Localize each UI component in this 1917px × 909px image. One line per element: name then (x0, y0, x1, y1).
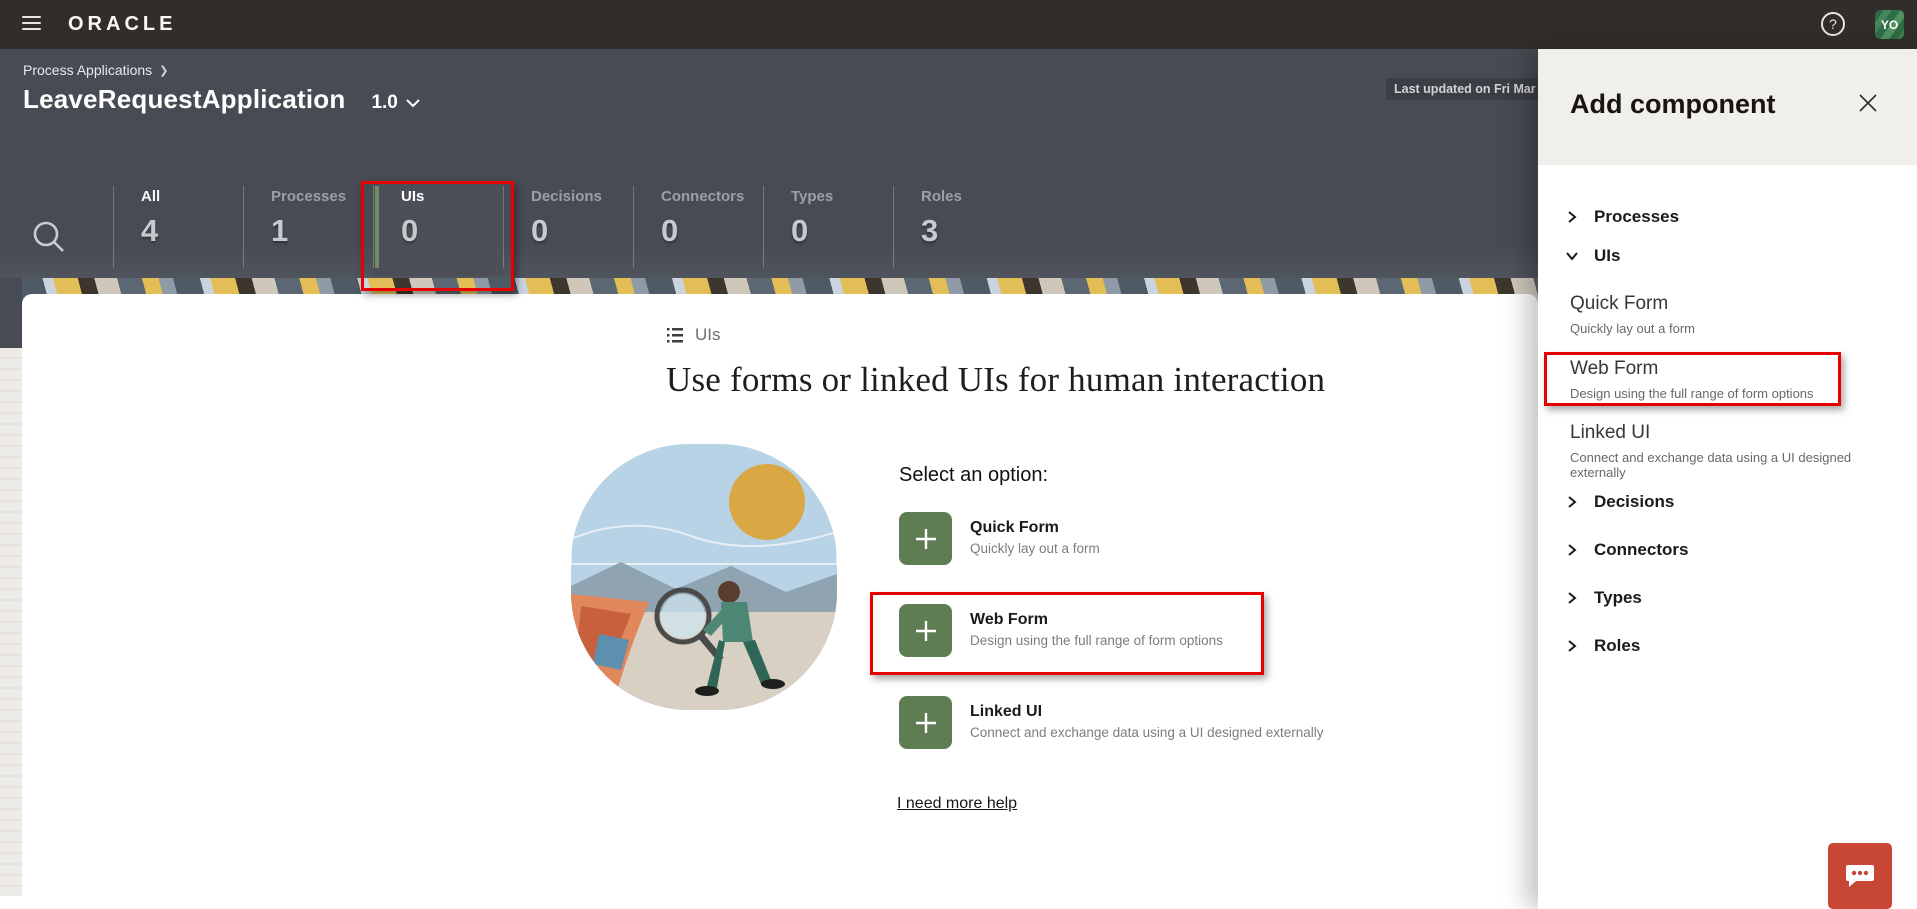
plus-icon (913, 526, 939, 552)
option-description: Design using the full range of form opti… (970, 633, 1223, 648)
main-heading: Use forms or linked UIs for human intera… (666, 360, 1325, 400)
help-link[interactable]: I need more help (897, 795, 1017, 813)
add-linked-ui-button[interactable] (899, 696, 952, 749)
active-tab-accent (375, 186, 379, 268)
add-quick-form-button[interactable] (899, 512, 952, 565)
tab-uis[interactable]: UIs0 (373, 181, 503, 276)
panel-title: Add component (1570, 89, 1775, 120)
panel-category-types[interactable]: Types (1538, 588, 1917, 622)
close-icon[interactable] (1856, 91, 1880, 115)
linked-ui-option[interactable]: Linked UI Connect and exchange data usin… (899, 696, 1259, 749)
panel-item-web-form[interactable]: Web Form Design using the full range of … (1570, 358, 1900, 401)
user-avatar[interactable]: YO (1875, 10, 1904, 39)
tab-decisions[interactable]: Decisions0 (503, 181, 633, 276)
page-background-texture (0, 348, 22, 896)
tab-roles[interactable]: Roles3 (893, 181, 1023, 276)
panel-category-decisions[interactable]: Decisions (1538, 492, 1917, 526)
application-title-row: LeaveRequestApplication 1.0 (23, 84, 420, 115)
breadcrumb-link[interactable]: Process Applications (23, 62, 152, 78)
panel-category-processes[interactable]: Processes (1538, 207, 1917, 241)
option-title: Quick Form (970, 519, 1100, 537)
plus-icon (913, 618, 939, 644)
chevron-down-icon (1565, 249, 1579, 263)
option-description: Quickly lay out a form (970, 541, 1100, 556)
breadcrumb-chevron-icon: ❯ (159, 64, 168, 77)
version-dropdown[interactable]: 1.0 (371, 92, 419, 114)
option-description: Connect and exchange data using a UI des… (970, 725, 1324, 740)
page-title: LeaveRequestApplication (23, 84, 345, 115)
version-label: 1.0 (371, 92, 397, 114)
add-web-form-button[interactable] (899, 604, 952, 657)
chevron-right-icon (1565, 543, 1579, 557)
panel-category-roles[interactable]: Roles (1538, 636, 1917, 670)
search-icon[interactable] (30, 218, 68, 256)
plus-icon (913, 710, 939, 736)
panel-header: Add component (1538, 49, 1917, 165)
panel-item-quick-form[interactable]: Quick Form Quickly lay out a form (1570, 293, 1900, 336)
breadcrumb[interactable]: Process Applications ❯ (23, 62, 168, 78)
page-background-strip (0, 278, 22, 348)
panel-item-linked-ui[interactable]: Linked UI Connect and exchange data usin… (1570, 422, 1900, 480)
chevron-right-icon (1565, 591, 1579, 605)
tab-processes[interactable]: Processes1 (243, 181, 373, 276)
panel-category-uis[interactable]: UIs (1538, 246, 1917, 280)
explorer-illustration (571, 444, 837, 710)
add-component-panel: Add component Processes UIs Quick Form Q… (1538, 49, 1917, 909)
tab-connectors[interactable]: Connectors0 (633, 181, 763, 276)
panel-category-connectors[interactable]: Connectors (1538, 540, 1917, 574)
chevron-down-icon (406, 99, 420, 108)
top-navigation-bar: ORACLE ? YO (0, 0, 1917, 49)
oracle-logo: ORACLE (68, 13, 176, 36)
tab-all[interactable]: All4 (113, 181, 243, 276)
tab-types[interactable]: Types0 (763, 181, 893, 276)
chevron-right-icon (1565, 639, 1579, 653)
hamburger-menu-icon[interactable] (22, 16, 41, 32)
uis-form-icon (666, 326, 685, 345)
help-icon[interactable]: ? (1819, 10, 1847, 38)
option-title: Web Form (970, 611, 1223, 629)
chevron-right-icon (1565, 495, 1579, 509)
web-form-option[interactable]: Web Form Design using the full range of … (899, 604, 1259, 657)
section-label: UIs (666, 325, 721, 345)
option-title: Linked UI (970, 703, 1324, 721)
last-updated-badge: Last updated on Fri Mar 08 20 (1386, 78, 1538, 100)
select-option-prompt: Select an option: (899, 464, 1048, 487)
quick-form-option[interactable]: Quick Form Quickly lay out a form (899, 512, 1259, 565)
feedback-chat-button[interactable] (1828, 843, 1892, 909)
chat-bubble-icon (1845, 863, 1875, 889)
chevron-right-icon (1565, 210, 1579, 224)
svg-text:?: ? (1829, 16, 1837, 32)
